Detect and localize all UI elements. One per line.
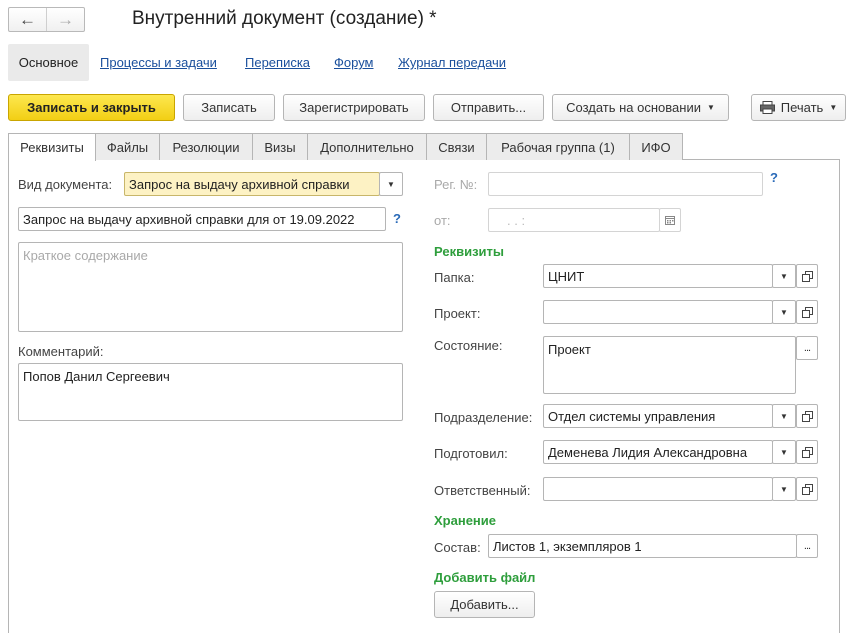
doc-type-value: Запрос на выдачу архивной справки [129, 176, 350, 192]
help-icon[interactable]: ? [770, 170, 778, 185]
register-button[interactable]: Зарегистрировать [283, 94, 425, 121]
calendar-icon [665, 216, 675, 225]
tab-resolutions[interactable]: Резолюции [159, 133, 253, 160]
ellipsis-icon: ... [803, 540, 811, 552]
forward-arrow-icon[interactable]: → [47, 8, 84, 31]
print-label: Печать [780, 100, 824, 115]
date-mask: . . : [507, 212, 526, 228]
project-dropdown-button[interactable]: ▼ [772, 300, 796, 324]
storage-group-title: Хранение [434, 513, 496, 528]
nav-arrows: ← → [8, 7, 85, 32]
chevron-down-icon: ▼ [780, 271, 788, 281]
send-button[interactable]: Отправить... [433, 94, 544, 121]
requisites-group-title: Реквизиты [434, 244, 504, 259]
prepared-by-dropdown-button[interactable]: ▼ [772, 440, 796, 464]
help-icon[interactable]: ? [393, 211, 401, 226]
responsible-field[interactable] [543, 477, 773, 501]
summary-placeholder: Краткое содержание [23, 248, 148, 263]
folder-field[interactable]: ЦНИТ [543, 264, 773, 288]
chevron-down-icon: ▼ [387, 179, 395, 189]
open-window-icon [801, 270, 813, 282]
chevron-down-icon: ▼ [780, 411, 788, 421]
responsible-label: Ответственный: [434, 483, 531, 498]
comment-textarea[interactable]: Попов Данил Сергеевич [18, 363, 403, 421]
composition-value: Листов 1, экземпляров 1 [493, 538, 642, 554]
department-field[interactable]: Отдел системы управления [543, 404, 773, 428]
printer-icon [759, 101, 775, 114]
composition-label: Состав: [434, 540, 481, 555]
section-link-transfer-log[interactable]: Журнал передачи [398, 55, 506, 70]
open-window-icon [801, 410, 813, 422]
tab-ifo[interactable]: ИФО [629, 133, 683, 160]
chevron-down-icon: ▼ [780, 447, 788, 457]
section-link-processes[interactable]: Процессы и задачи [100, 55, 217, 70]
window-title: Внутренний документ (создание) * [132, 8, 437, 29]
tab-workgroup[interactable]: Рабочая группа (1) [486, 133, 630, 160]
section-link-correspondence[interactable]: Переписка [245, 55, 310, 70]
doc-type-label: Вид документа: [18, 177, 113, 192]
prepared-by-value: Деменева Лидия Александровна [548, 444, 748, 460]
project-field[interactable] [543, 300, 773, 324]
chevron-down-icon: ▼ [780, 307, 788, 317]
ellipsis-icon: ... [803, 342, 811, 354]
folder-label: Папка: [434, 270, 475, 285]
open-window-icon [801, 306, 813, 318]
calendar-button[interactable] [659, 208, 681, 232]
comment-value: Попов Данил Сергеевич [23, 369, 170, 384]
department-dropdown-button[interactable]: ▼ [772, 404, 796, 428]
open-window-icon [801, 446, 813, 458]
tab-visas[interactable]: Визы [252, 133, 308, 160]
state-field[interactable]: Проект [543, 336, 796, 394]
tab-links[interactable]: Связи [426, 133, 487, 160]
doc-title-value: Запрос на выдачу архивной справки для от… [23, 211, 355, 227]
date-label: от: [434, 213, 451, 228]
panel-border-left [8, 159, 9, 633]
state-value: Проект [548, 342, 591, 357]
responsible-dropdown-button[interactable]: ▼ [772, 477, 796, 501]
project-open-button[interactable] [796, 300, 818, 324]
add-file-button[interactable]: Добавить... [434, 591, 535, 618]
summary-textarea[interactable]: Краткое содержание [18, 242, 403, 332]
save-button[interactable]: Записать [183, 94, 275, 121]
department-open-button[interactable] [796, 404, 818, 428]
open-window-icon [801, 483, 813, 495]
section-main[interactable]: Основное [8, 44, 89, 81]
responsible-open-button[interactable] [796, 477, 818, 501]
print-button[interactable]: Печать ▼ [751, 94, 846, 121]
tab-additional[interactable]: Дополнительно [307, 133, 427, 160]
reg-number-label: Рег. №: [434, 177, 478, 192]
date-field[interactable]: . . : [488, 208, 660, 232]
doc-title-field[interactable]: Запрос на выдачу архивной справки для от… [18, 207, 386, 231]
folder-open-button[interactable] [796, 264, 818, 288]
create-based-on-label: Создать на основании [566, 100, 701, 115]
comment-label: Комментарий: [18, 344, 104, 359]
state-label: Состояние: [434, 338, 503, 353]
doc-type-field[interactable]: Запрос на выдачу архивной справки [124, 172, 380, 196]
project-label: Проект: [434, 306, 481, 321]
add-file-group-title: Добавить файл [434, 570, 536, 585]
prepared-by-label: Подготовил: [434, 446, 508, 461]
folder-dropdown-button[interactable]: ▼ [772, 264, 796, 288]
department-label: Подразделение: [434, 410, 533, 425]
chevron-down-icon: ▼ [706, 103, 715, 112]
section-link-forum[interactable]: Форум [334, 55, 374, 70]
doc-type-dropdown-button[interactable]: ▼ [379, 172, 403, 196]
chevron-down-icon: ▼ [780, 484, 788, 494]
save-and-close-button[interactable]: Записать и закрыть [8, 94, 175, 121]
tab-files[interactable]: Файлы [95, 133, 160, 160]
prepared-by-field[interactable]: Деменева Лидия Александровна [543, 440, 773, 464]
department-value: Отдел системы управления [548, 408, 716, 424]
back-arrow-icon[interactable]: ← [9, 8, 47, 31]
chevron-down-icon: ▼ [829, 103, 838, 112]
tab-requisites[interactable]: Реквизиты [8, 133, 96, 161]
state-select-button[interactable]: ... [796, 336, 818, 360]
folder-value: ЦНИТ [548, 268, 585, 284]
reg-number-field[interactable] [488, 172, 763, 196]
composition-select-button[interactable]: ... [796, 534, 818, 558]
panel-border-right [839, 159, 840, 633]
prepared-by-open-button[interactable] [796, 440, 818, 464]
composition-field[interactable]: Листов 1, экземпляров 1 [488, 534, 797, 558]
create-based-on-button[interactable]: Создать на основании ▼ [552, 94, 729, 121]
